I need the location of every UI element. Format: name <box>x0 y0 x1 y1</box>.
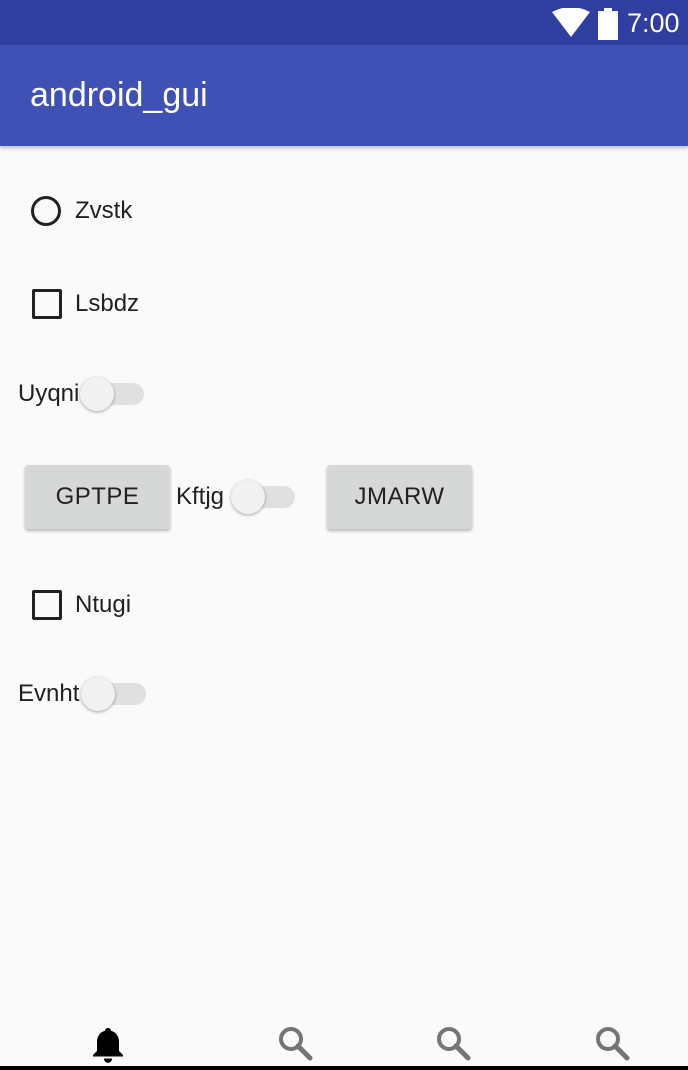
checkbox-lsbdz-label: Lsbdz <box>75 290 140 317</box>
battery-icon <box>598 8 618 40</box>
status-bar: 7:00 <box>0 0 688 45</box>
switch-kftjg-label: Kftjg <box>176 483 225 510</box>
app-title: android_gui <box>30 76 208 114</box>
gptpe-button[interactable]: GPTPE <box>25 465 170 529</box>
nav-item-notifications[interactable] <box>88 1024 128 1064</box>
switch-thumb[interactable] <box>231 480 265 514</box>
switch-evnht-label: Evnht <box>18 680 80 707</box>
wifi-icon <box>552 8 590 37</box>
nav-item-search-3[interactable] <box>593 1024 633 1064</box>
checkbox-ntugi-label: Ntugi <box>75 591 132 618</box>
search-icon <box>279 1027 313 1061</box>
radio-zvstk-label: Zvstk <box>75 197 133 224</box>
nav-item-search-1[interactable] <box>276 1024 316 1064</box>
switch-uyqni-label: Uyqni <box>18 380 80 407</box>
jmarw-button[interactable]: JMARW <box>327 465 472 529</box>
search-icon <box>596 1027 630 1061</box>
checkbox-box[interactable] <box>32 289 62 319</box>
checkbox-box[interactable] <box>32 590 62 620</box>
search-icon <box>437 1027 471 1061</box>
status-time: 7:00 <box>627 8 680 38</box>
switch-thumb[interactable] <box>80 377 114 411</box>
switch-thumb[interactable] <box>81 677 115 711</box>
navigation-bar-edge <box>0 1066 688 1070</box>
bell-icon <box>93 1028 123 1063</box>
app-bar: android_gui <box>0 45 688 146</box>
nav-item-search-2[interactable] <box>434 1024 474 1064</box>
radio-button-circle[interactable] <box>31 196 61 226</box>
bottom-navigation <box>0 1010 688 1066</box>
